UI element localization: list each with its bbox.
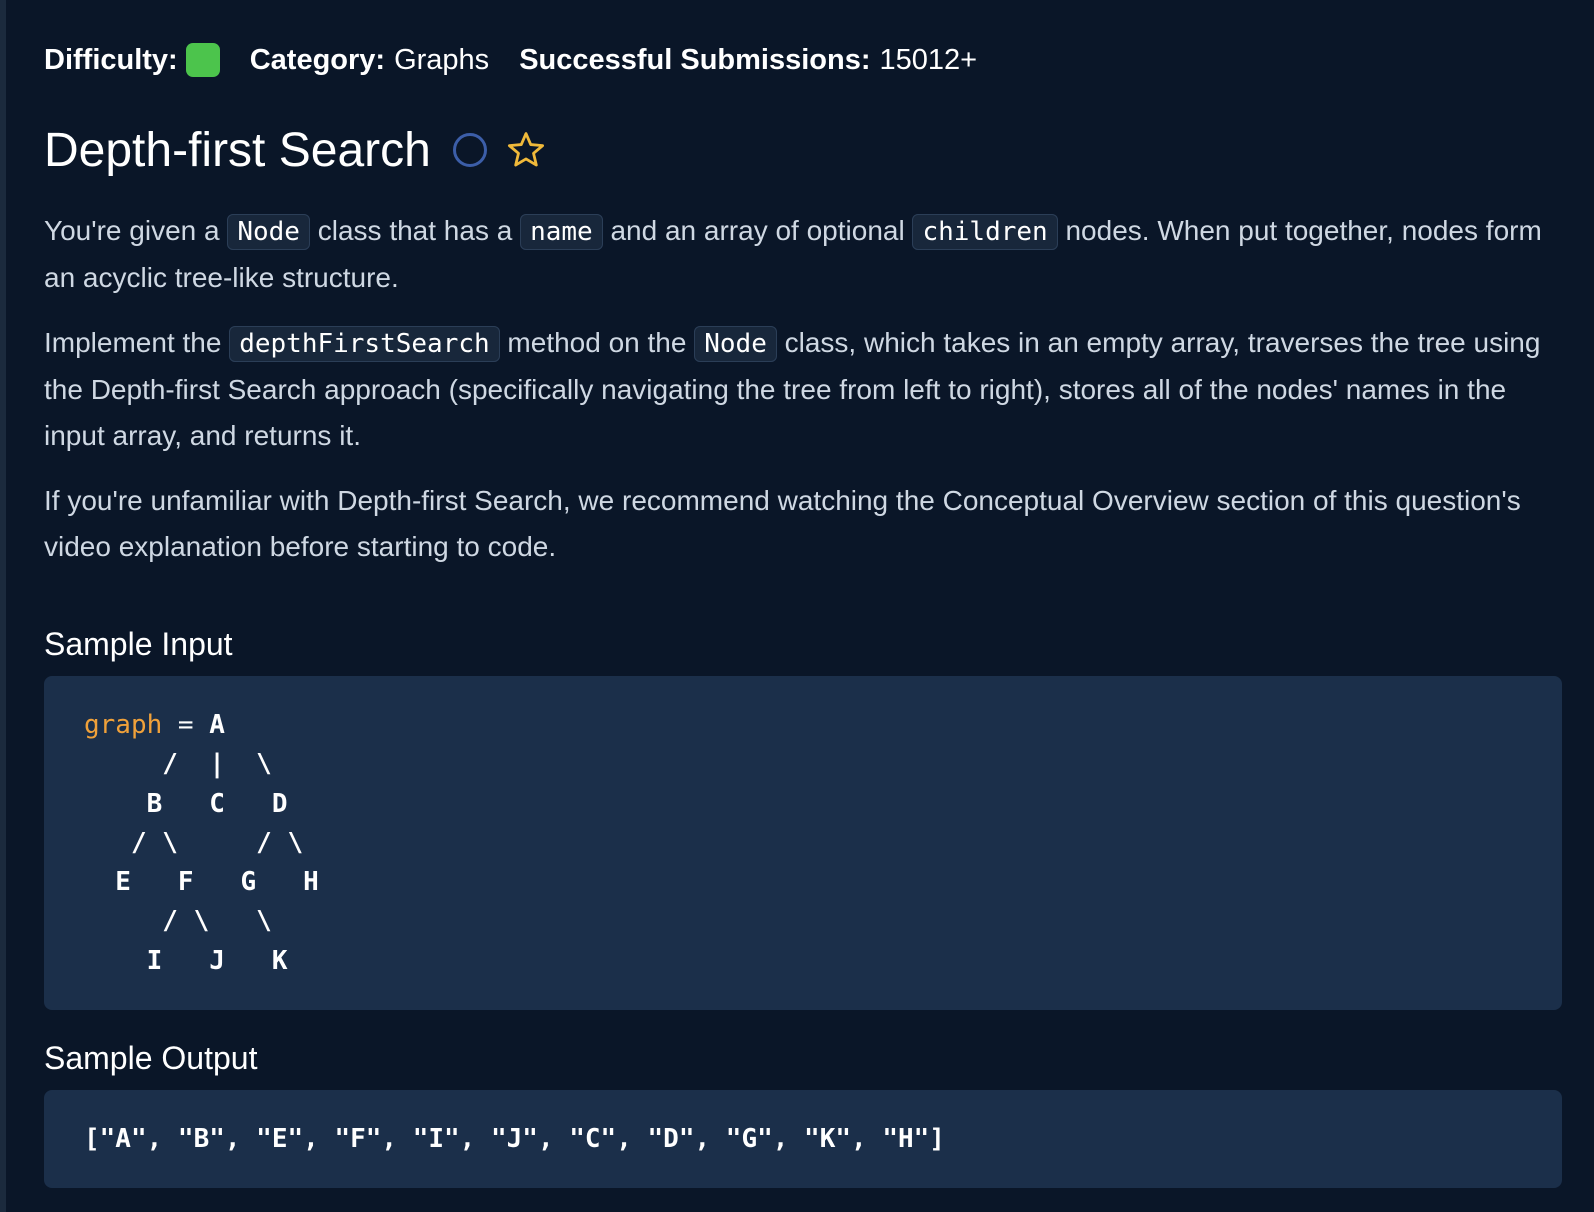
difficulty-indicator	[185, 43, 220, 77]
category-label: Category:	[249, 43, 386, 76]
title-row: Depth-first Search	[44, 118, 547, 182]
text-run: Implement the	[44, 327, 230, 358]
submissions: Successful Submissions: 15012+	[519, 44, 977, 77]
star-icon[interactable]	[505, 129, 547, 171]
completion-status-icon[interactable]	[452, 133, 487, 167]
sample-output-block: ["A", "B", "E", "F", "I", "J", "C", "D",…	[44, 1090, 1562, 1188]
description-paragraph-1: You're given a Node class that has a nam…	[44, 208, 1564, 301]
text-run: method on the	[499, 327, 695, 358]
submissions-label: Successful Submissions:	[519, 43, 871, 76]
assignment-operator: =	[162, 710, 210, 740]
difficulty-label: Difficulty:	[44, 43, 178, 76]
graph-diagram: graph = A / | \ B C D / \ / \ E F G H / …	[84, 706, 319, 981]
question-meta: Difficulty: Category: Graphs Successful …	[44, 40, 977, 80]
text-run: and an array of optional	[602, 215, 913, 246]
code-name-property: name	[520, 214, 603, 250]
sample-output-value: ["A", "B", "E", "F", "I", "J", "C", "D",…	[84, 1124, 945, 1154]
sample-input-heading: Sample Input	[44, 626, 233, 662]
tree-diagram: / | \ B C D / \ / \ E F G H / \ \ I J K	[115, 749, 319, 976]
category-value: Graphs	[394, 43, 490, 76]
sample-output-heading: Sample Output	[44, 1040, 258, 1076]
root-node: A	[209, 710, 225, 740]
page-title: Depth-first Search	[44, 123, 431, 177]
code-node-class: Node	[694, 326, 777, 362]
difficulty: Difficulty:	[44, 43, 220, 77]
code-node-class: Node	[227, 214, 310, 250]
text-run: class that has a	[309, 215, 521, 246]
text-run: You're given a	[44, 215, 228, 246]
submissions-value: 15012+	[879, 43, 978, 76]
graph-variable: graph	[84, 710, 163, 740]
sample-input-block: graph = A / | \ B C D / \ / \ E F G H / …	[44, 676, 1562, 1010]
description-paragraph-3: If you're unfamiliar with Depth-first Se…	[44, 485, 1521, 562]
description-paragraph-2: Implement the depthFirstSearch method on…	[44, 320, 1564, 459]
code-children-property: children	[912, 214, 1058, 250]
left-border	[0, 0, 6, 1212]
category: Category: Graphs	[250, 44, 489, 77]
code-method-name: depthFirstSearch	[229, 326, 500, 362]
